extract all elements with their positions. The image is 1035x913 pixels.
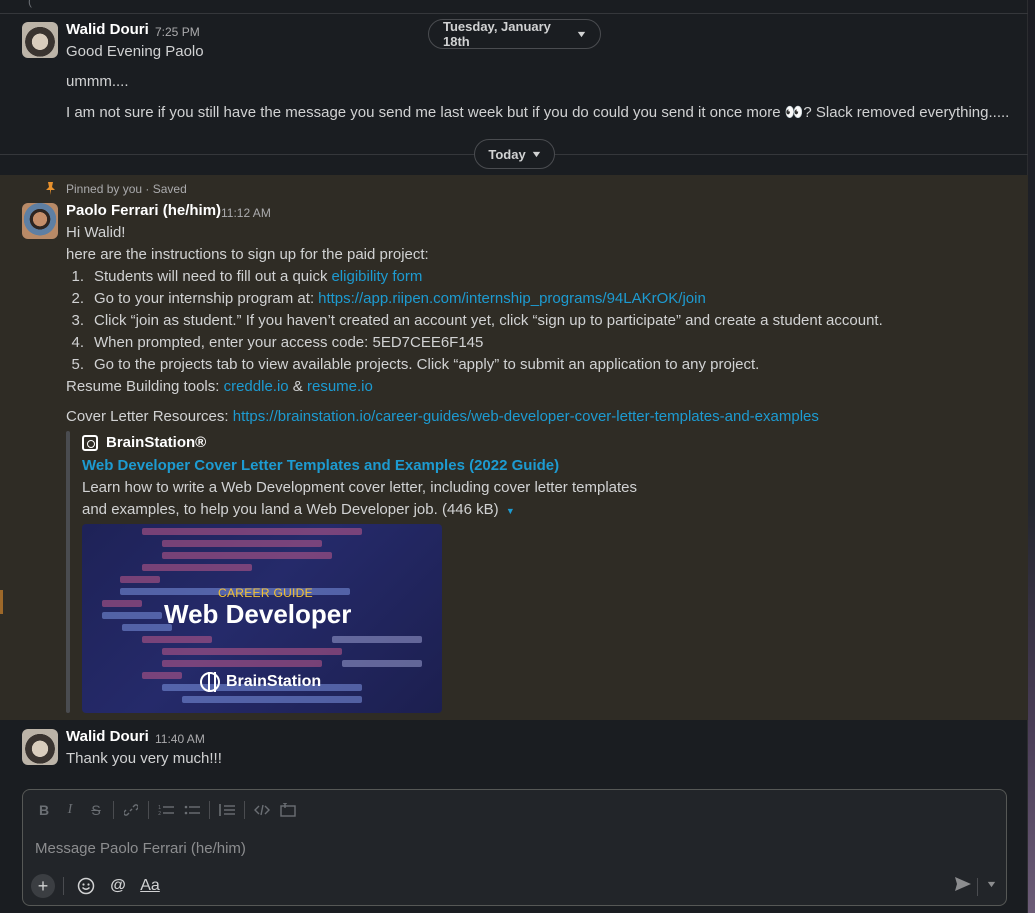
instruction-list: 1. Students will need to fill out a quic… xyxy=(66,266,883,376)
message-author[interactable]: Paolo Ferrari (he/him) xyxy=(66,202,221,219)
message-text: I am not sure if you still have the mess… xyxy=(66,104,1010,121)
avatar-walid[interactable] xyxy=(22,22,58,58)
list-number: 5. xyxy=(71,356,84,373)
message-composer[interactable]: B I S 12 Message Paolo Ferrari (he/him) … xyxy=(22,789,1007,906)
message-author[interactable]: Walid Douri xyxy=(66,728,149,745)
chevron-down-icon: ▼ xyxy=(529,149,543,159)
message-text: Good Evening Paolo xyxy=(66,43,204,60)
toolbar-divider xyxy=(209,801,210,819)
preview-title: Web Developer xyxy=(164,599,352,629)
header-separator: ( xyxy=(0,0,1028,14)
ampersand: & xyxy=(288,378,307,395)
message-time[interactable]: 11:12 AM xyxy=(221,206,271,220)
avatar-paolo[interactable] xyxy=(22,203,58,239)
date-divider-today[interactable]: Today ▼ xyxy=(474,139,555,169)
message-input[interactable]: Message Paolo Ferrari (he/him) xyxy=(35,840,246,857)
conversation-view: ( Walid Douri 7:25 PM Tuesday, January 1… xyxy=(0,0,1028,913)
link-icon[interactable] xyxy=(118,799,144,821)
list-text: Go to the projects tab to view available… xyxy=(94,356,760,373)
attachment-site[interactable]: BrainStation® xyxy=(106,434,206,451)
list-number: 3. xyxy=(71,312,84,329)
strikethrough-icon[interactable]: S xyxy=(83,799,109,821)
preview-brand: BrainStation xyxy=(200,672,321,692)
emoji-icon[interactable] xyxy=(72,874,100,898)
cover-letter-link[interactable]: https://brainstation.io/career-guides/we… xyxy=(233,408,819,425)
message-time[interactable]: 11:40 AM xyxy=(155,732,205,746)
list-item: 5. Go to the projects tab to view availa… xyxy=(66,354,883,376)
attachment-preview-image[interactable]: CAREER GUIDE Web Developer BrainStation xyxy=(82,524,442,713)
list-number: 1. xyxy=(71,268,84,285)
attachment-bar xyxy=(66,431,70,713)
brainstation-mark-icon xyxy=(200,672,220,692)
attachment-description: Learn how to write a Web Development cov… xyxy=(82,479,637,496)
window-edge xyxy=(1028,0,1035,913)
chevron-down-icon: ▼ xyxy=(575,29,588,39)
code-block-icon[interactable] xyxy=(275,799,301,821)
message-time[interactable]: 7:25 PM xyxy=(155,25,200,39)
creddle-link[interactable]: creddle.io xyxy=(224,378,289,395)
plus-icon[interactable]: + xyxy=(31,874,55,898)
toolbar-divider xyxy=(148,801,149,819)
internship-program-link[interactable]: https://app.riipen.com/internship_progra… xyxy=(318,288,706,310)
mention-icon[interactable]: @ xyxy=(104,874,132,898)
cover-prefix: Cover Letter Resources: xyxy=(66,408,233,425)
list-text: When prompted, enter your access code: 5… xyxy=(94,334,484,351)
svg-text:2: 2 xyxy=(158,811,161,816)
pin-icon xyxy=(45,182,56,195)
list-number: 2. xyxy=(71,290,84,307)
preview-brand-text: BrainStation xyxy=(226,673,322,690)
list-item: 4. When prompted, enter your access code… xyxy=(66,332,883,354)
bold-icon[interactable]: B xyxy=(31,799,57,821)
preview-tag: CAREER GUIDE xyxy=(218,586,313,600)
message-author[interactable]: Walid Douri xyxy=(66,21,149,38)
attachment-desc-line2: and examples, to help you land a Web Dev… xyxy=(82,501,499,518)
italic-icon[interactable]: I xyxy=(57,799,83,821)
date-divider-earlier[interactable]: Tuesday, January 18th ▼ xyxy=(428,19,601,49)
toolbar-divider xyxy=(244,801,245,819)
list-text: Click “join as student.” If you haven’t … xyxy=(94,312,883,329)
eligibility-form-link[interactable]: eligibility form xyxy=(331,266,422,288)
list-text: Go to your internship program at: xyxy=(94,290,315,307)
bulleted-list-icon[interactable] xyxy=(179,799,205,821)
list-item: 1. Students will need to fill out a quic… xyxy=(66,266,883,288)
unread-marker xyxy=(0,590,3,614)
cover-letter-line: Cover Letter Resources: https://brainsta… xyxy=(66,408,819,425)
date-label: Tuesday, January 18th xyxy=(443,19,551,49)
avatar-walid[interactable] xyxy=(22,729,58,765)
ordered-list-icon[interactable]: 12 xyxy=(153,799,179,821)
brainstation-logo-icon xyxy=(82,435,98,451)
message-text: ummm.... xyxy=(66,73,129,90)
send-icon[interactable] xyxy=(954,876,972,897)
message-text: Hi Walid! xyxy=(66,224,126,241)
message-text: Thank you very much!!! xyxy=(66,750,222,767)
attachment-title-link[interactable]: Web Developer Cover Letter Templates and… xyxy=(82,457,559,474)
code-icon[interactable] xyxy=(249,799,275,821)
chevron-down-icon[interactable]: ▼ xyxy=(985,879,997,889)
list-item: 2. Go to your internship program at: htt… xyxy=(66,288,883,310)
toolbar-divider xyxy=(63,877,64,895)
blockquote-icon[interactable] xyxy=(214,799,240,821)
resume-io-link[interactable]: resume.io xyxy=(307,378,373,395)
toolbar-divider xyxy=(113,801,114,819)
composer-actions: + @ Aa xyxy=(31,874,164,898)
text-format-icon[interactable]: Aa xyxy=(136,874,164,898)
formatting-toolbar: B I S 12 xyxy=(31,800,301,820)
resume-tools-line: Resume Building tools: creddle.io & resu… xyxy=(66,378,373,395)
expand-caret-icon[interactable]: ▼ xyxy=(506,506,515,516)
send-divider xyxy=(977,878,978,896)
list-item: 3. Click “join as student.” If you haven… xyxy=(66,310,883,332)
message-text: here are the instructions to sign up for… xyxy=(66,246,429,263)
date-label: Today xyxy=(488,146,526,162)
resume-prefix: Resume Building tools: xyxy=(66,378,224,395)
header-stub: ( xyxy=(28,0,32,8)
list-text: Students will need to fill out a quick xyxy=(94,268,328,285)
list-number: 4. xyxy=(71,334,84,351)
pinned-label: Pinned by you · Saved xyxy=(66,182,187,196)
attachment-description: and examples, to help you land a Web Dev… xyxy=(82,501,515,518)
